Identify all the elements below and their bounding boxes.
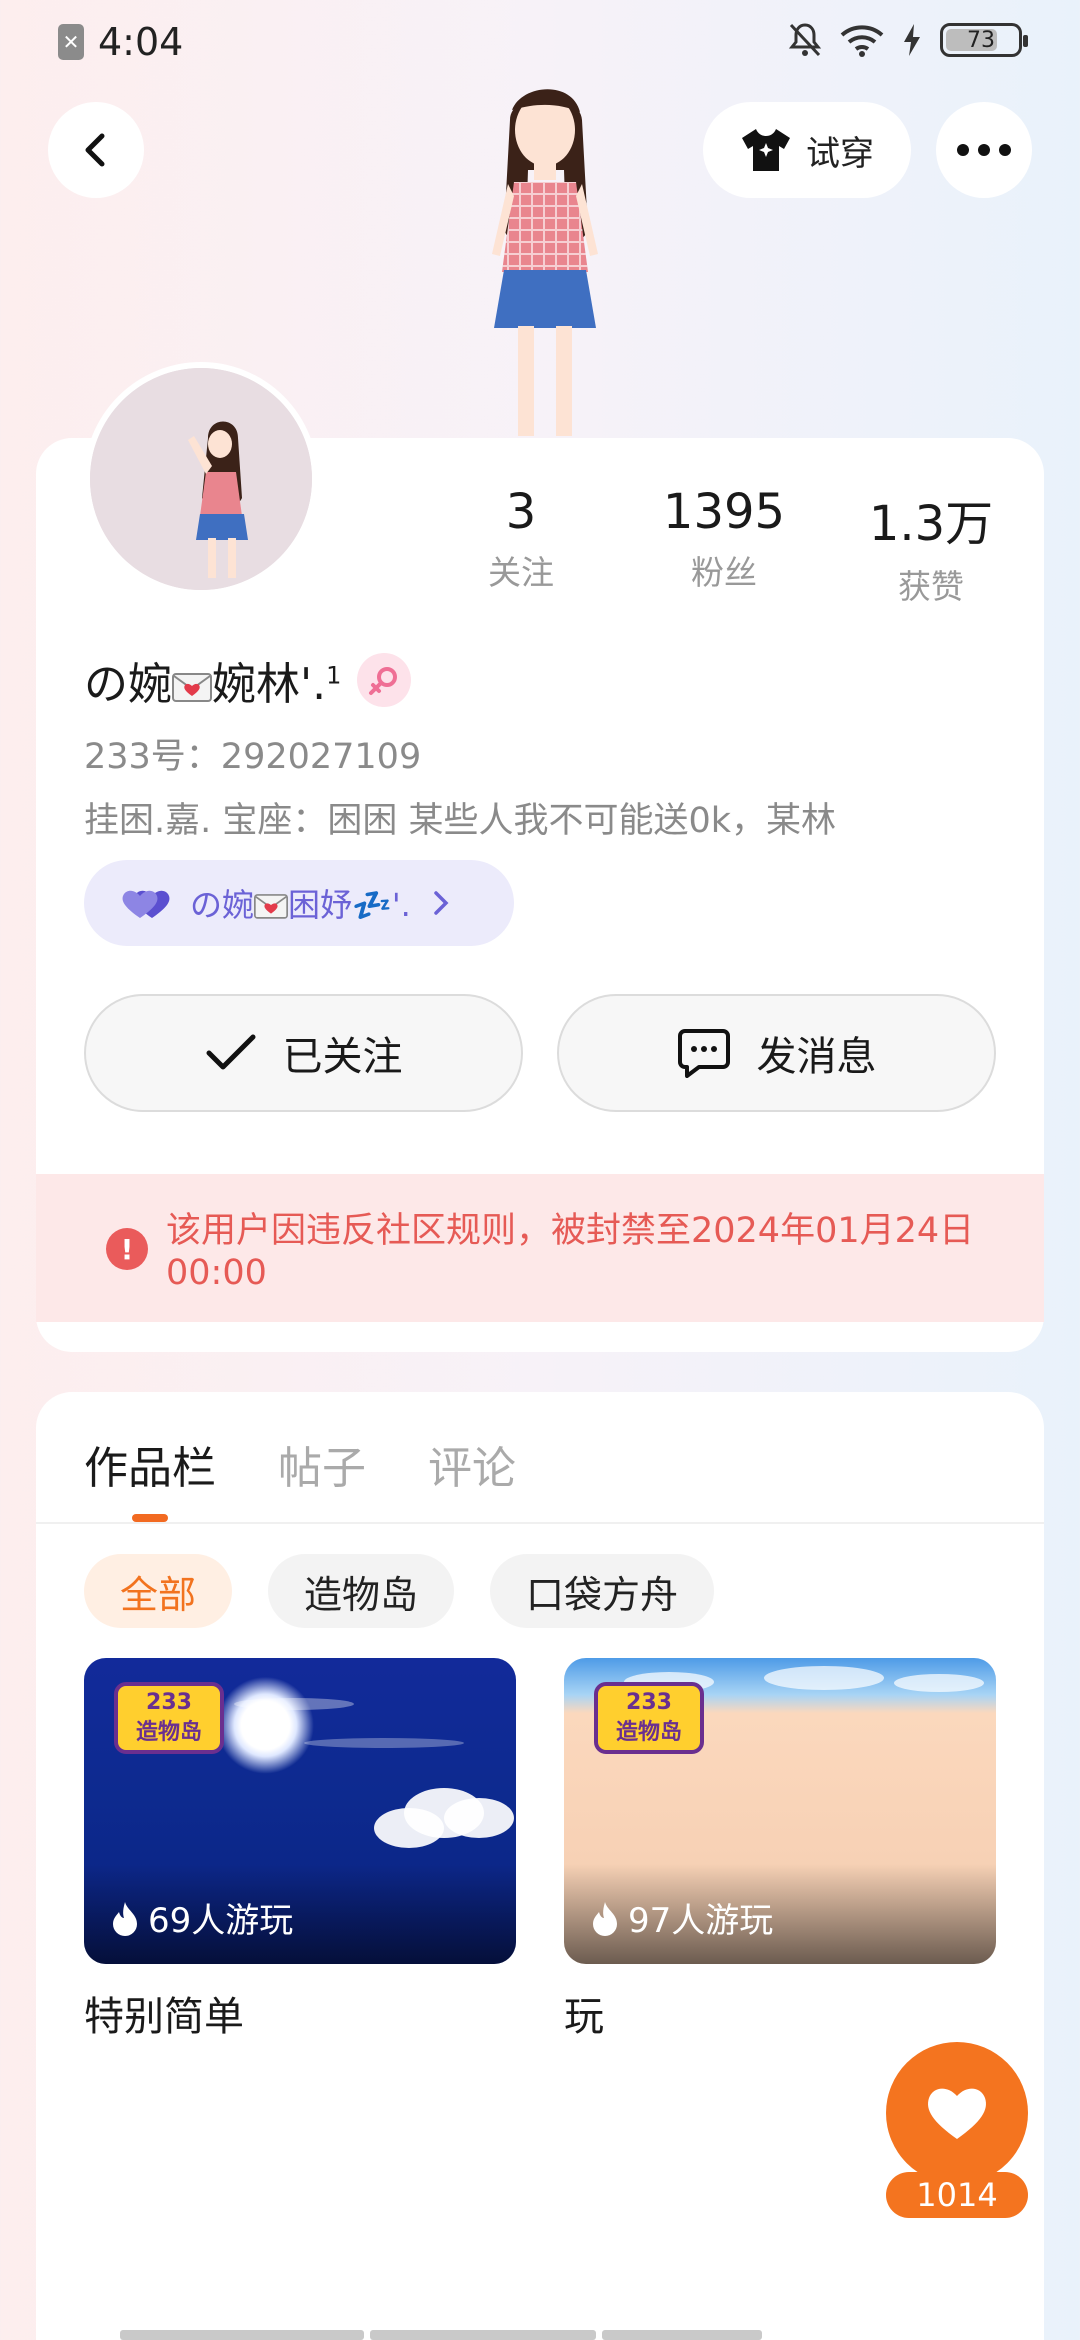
following-stat[interactable]: 3 关注: [450, 484, 592, 608]
flame-icon: [113, 1901, 137, 1936]
fans-stat[interactable]: 1395 粉丝: [592, 484, 856, 608]
back-button[interactable]: [48, 102, 144, 198]
chevron-left-icon: [85, 133, 105, 167]
scroll-indicator: [120, 2330, 762, 2340]
content-tabs: 作品栏 帖子 评论: [84, 1432, 516, 1496]
notification-icon: ✕: [58, 24, 84, 60]
double-heart-icon: [122, 890, 170, 918]
more-dots-icon: [957, 144, 1011, 156]
tab-indicator: [132, 1514, 168, 1522]
work-card[interactable]: 233 造物岛 69人游玩 特别简单: [84, 1658, 516, 2042]
profile-stats: 3 关注 1395 粉丝 1.3万 获赞: [450, 484, 1030, 608]
work-thumbnail: 233 造物岛 97人游玩: [564, 1658, 996, 1964]
ban-notice-banner: ! 该用户因违反社区规则，被封禁至2024年01月24日 00:00: [36, 1174, 1044, 1322]
send-message-button[interactable]: 发消息: [557, 994, 996, 1112]
work-title: 特别简单: [84, 1994, 244, 2040]
group-name: の婉 困妤💤'.: [190, 886, 411, 924]
user-id[interactable]: 233号：292027109: [84, 728, 421, 779]
divider: [36, 1522, 1044, 1524]
flame-icon: [593, 1901, 617, 1936]
bio: 挂困.嘉. 宝座：困困 某些人我不可能送0k，某林: [84, 801, 837, 841]
female-gender-icon: [357, 653, 412, 707]
tshirt-icon: [742, 129, 790, 171]
avatar-3d-figure[interactable]: [430, 80, 660, 440]
game-logo: 233 造物岛: [114, 1682, 224, 1754]
work-card[interactable]: 233 造物岛 97人游玩 玩: [564, 1658, 996, 2042]
status-bar: ✕ 4:04 73: [0, 0, 1080, 84]
mute-bell-icon: [788, 23, 822, 57]
battery-indicator: 73: [940, 23, 1028, 57]
love-letter-icon: [172, 673, 212, 702]
ban-notice-text: 该用户因违反社区规则，被封禁至2024年01月24日 00:00: [166, 1211, 975, 1293]
work-thumbnail: 233 造物岛 69人游玩: [84, 1658, 516, 1964]
wifi-icon: [840, 25, 884, 57]
like-button[interactable]: [886, 2042, 1028, 2184]
chat-bubble-icon: [677, 1029, 730, 1078]
charging-icon: [904, 24, 920, 56]
filter-chips: 全部 造物岛 口袋方舟: [84, 1554, 715, 1628]
group-chip[interactable]: の婉 困妤💤'.: [84, 860, 514, 946]
filter-pocket-ark[interactable]: 口袋方舟: [490, 1554, 715, 1628]
status-time: 4:04: [98, 20, 184, 64]
warning-icon: !: [106, 1228, 148, 1270]
likes-stat: 1.3万 获赞: [868, 496, 994, 606]
play-count: 69人游玩: [110, 1893, 293, 1942]
like-count: 1014: [886, 2172, 1028, 2218]
chevron-right-icon: [434, 891, 449, 915]
try-on-button[interactable]: 试穿: [703, 102, 911, 198]
heart-icon: [928, 2088, 986, 2139]
filter-all[interactable]: 全部: [84, 1554, 233, 1628]
username: の婉 婉林'.1: [84, 648, 412, 712]
game-logo: 233 造物岛: [594, 1682, 704, 1754]
filter-creation-island[interactable]: 造物岛: [268, 1554, 455, 1628]
avatar[interactable]: [84, 362, 318, 596]
checkmark-icon: [206, 1034, 255, 1070]
love-letter-icon: [254, 894, 289, 919]
tab-posts[interactable]: 帖子: [278, 1432, 366, 1496]
tab-works[interactable]: 作品栏: [84, 1432, 216, 1496]
tab-comments[interactable]: 评论: [428, 1432, 516, 1496]
play-count: 97人游玩: [590, 1893, 773, 1942]
try-on-label: 试穿: [806, 133, 874, 174]
work-title: 玩: [564, 1994, 604, 2040]
more-options-button[interactable]: [936, 102, 1032, 198]
following-button[interactable]: 已关注: [84, 994, 523, 1112]
